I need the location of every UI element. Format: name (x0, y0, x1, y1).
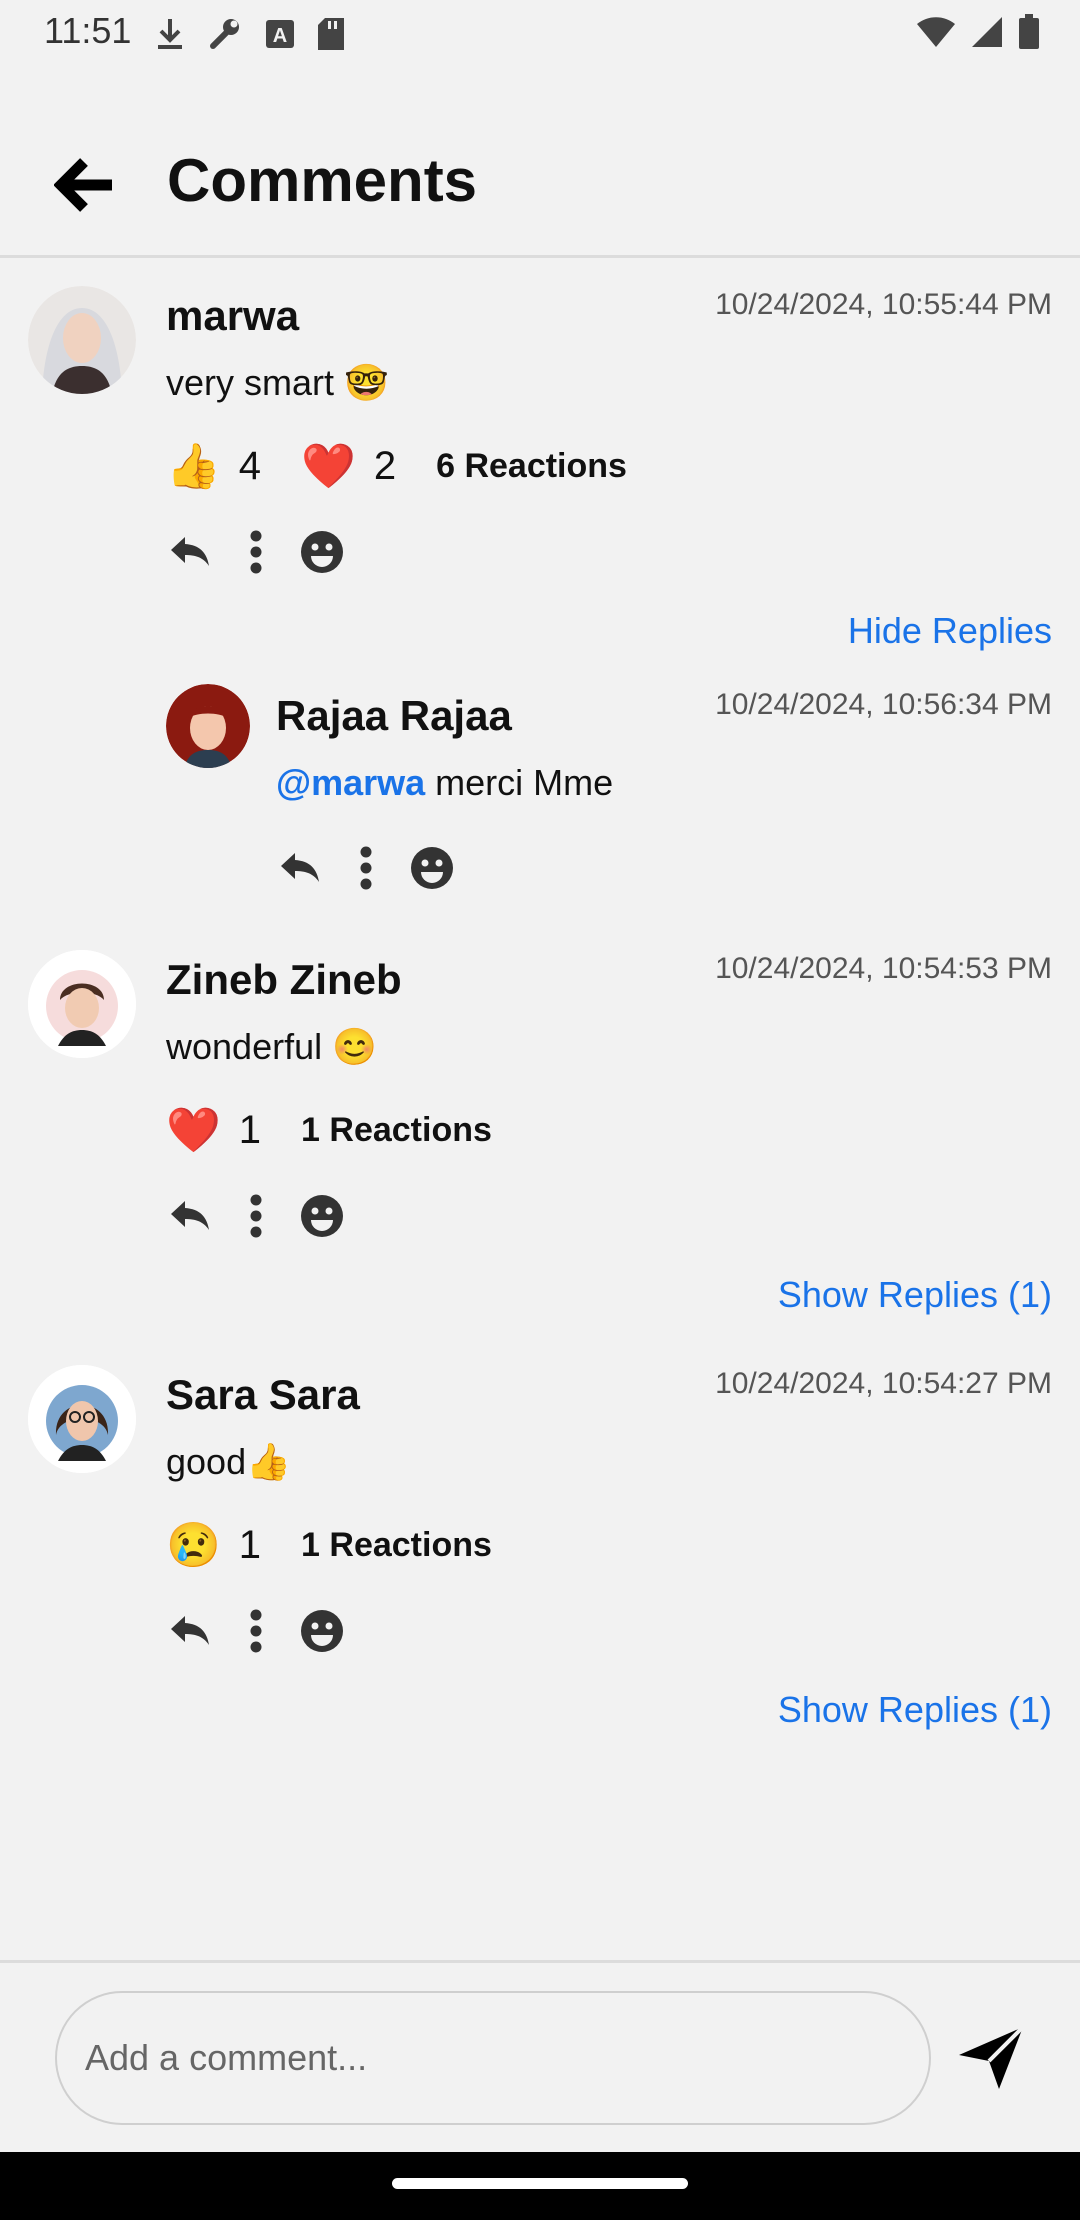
comment-text: very smart 🤓 (166, 362, 389, 403)
reaction-chip[interactable]: 👍 4 (166, 440, 261, 492)
add-reaction-button[interactable] (300, 1609, 344, 1653)
reactions-row: 👍 4 ❤️ 2 6 Reactions (166, 440, 627, 492)
comment-actions (168, 1194, 344, 1238)
avatar-image (28, 1365, 136, 1473)
comment-timestamp: 10/24/2024, 10:54:27 PM (715, 1367, 1052, 1400)
add-reaction-button[interactable] (300, 530, 344, 574)
system-nav-bar (0, 2152, 1080, 2220)
reaction-chip[interactable]: ❤️ 1 (166, 1104, 261, 1156)
reply-button[interactable] (168, 530, 212, 574)
avatar[interactable] (28, 286, 136, 394)
reply-message: merci Mme (425, 762, 614, 803)
battery-icon (1019, 14, 1039, 49)
more-vertical-icon (250, 1194, 262, 1238)
reply-button[interactable] (168, 1609, 212, 1653)
smiley-icon (301, 1195, 343, 1237)
back-button[interactable] (50, 150, 120, 220)
comment-actions (168, 1609, 344, 1653)
reactions-total[interactable]: 1 Reactions (301, 1111, 492, 1150)
reaction-count: 1 (238, 1522, 262, 1567)
home-indicator[interactable] (392, 2178, 688, 2189)
status-time: 11:51 (44, 10, 132, 51)
send-button[interactable] (955, 2021, 1027, 2093)
status-bar: 11:51 A (0, 0, 1080, 70)
mention-link[interactable]: @marwa (276, 762, 425, 803)
reaction-emoji: 😢 (166, 1521, 221, 1570)
reply-button[interactable] (278, 846, 322, 890)
avatar[interactable] (28, 950, 136, 1058)
sd-card-icon (318, 18, 344, 50)
avatar-image (166, 684, 250, 768)
more-options-button[interactable] (234, 530, 278, 574)
reply-timestamp: 10/24/2024, 10:56:34 PM (715, 688, 1052, 721)
app-bar: Comments (0, 110, 1080, 258)
comment-timestamp: 10/24/2024, 10:55:44 PM (715, 288, 1052, 321)
reply-text: @marwa merci Mme (276, 762, 613, 804)
add-reaction-button[interactable] (300, 1194, 344, 1238)
reply-icon (171, 1201, 209, 1230)
comment-author[interactable]: Sara Sara (166, 1371, 360, 1419)
reactions-row: ❤️ 1 1 Reactions (166, 1104, 492, 1156)
comment-input[interactable] (55, 1991, 931, 2125)
hide-replies-button[interactable]: Hide Replies (848, 610, 1052, 652)
reply-icon (171, 1616, 209, 1645)
comment-composer (0, 1960, 1080, 2155)
more-options-button[interactable] (234, 1194, 278, 1238)
avatar[interactable] (166, 684, 250, 768)
add-reaction-button[interactable] (410, 846, 454, 890)
smiley-icon (301, 531, 343, 573)
reaction-emoji: ❤️ (301, 442, 356, 491)
more-options-button[interactable] (344, 846, 388, 890)
reaction-emoji: ❤️ (166, 1106, 221, 1155)
page-title: Comments (167, 147, 478, 214)
status-system-icons (916, 14, 1040, 50)
reaction-count: 4 (238, 443, 262, 488)
reaction-emoji: 👍 (166, 442, 221, 491)
reaction-chip[interactable]: 😢 1 (166, 1519, 261, 1571)
comment-text: good👍 (166, 1441, 291, 1482)
avatar-image (28, 286, 136, 394)
more-options-button[interactable] (234, 1609, 278, 1653)
status-notification-icons: A (155, 16, 345, 52)
download-icon (158, 19, 182, 49)
wifi-icon (917, 17, 955, 47)
wrench-icon (210, 19, 239, 49)
reaction-chip[interactable]: ❤️ 2 (301, 440, 396, 492)
comment-author[interactable]: marwa (166, 292, 299, 340)
comment-text: wonderful 😊 (166, 1026, 377, 1067)
smiley-icon (301, 1610, 343, 1652)
more-vertical-icon (250, 1609, 262, 1653)
reply-button[interactable] (168, 1194, 212, 1238)
show-replies-button[interactable]: Show Replies (1) (778, 1274, 1052, 1316)
reactions-total[interactable]: 1 Reactions (301, 1526, 492, 1565)
svg-text:A: A (273, 25, 287, 47)
reply-icon (171, 537, 209, 566)
avatar[interactable] (28, 1365, 136, 1473)
more-vertical-icon (360, 846, 372, 890)
reply-actions (278, 846, 454, 890)
reply-author[interactable]: Rajaa Rajaa (276, 692, 512, 740)
show-replies-button[interactable]: Show Replies (1) (778, 1689, 1052, 1731)
comment-timestamp: 10/24/2024, 10:54:53 PM (715, 952, 1052, 985)
smiley-icon (411, 847, 453, 889)
reactions-row: 😢 1 1 Reactions (166, 1519, 492, 1571)
arrow-left-icon (54, 158, 112, 212)
comment-author[interactable]: Zineb Zineb (166, 956, 402, 1004)
font-icon: A (266, 20, 294, 48)
avatar-image (28, 950, 136, 1058)
reaction-count: 1 (238, 1107, 262, 1152)
more-vertical-icon (250, 530, 262, 574)
comment-actions (168, 530, 344, 574)
signal-icon (972, 17, 1002, 47)
send-icon (959, 2025, 1025, 2089)
reply-icon (281, 853, 319, 882)
reactions-total[interactable]: 6 Reactions (436, 447, 627, 486)
reaction-count: 2 (373, 443, 397, 488)
